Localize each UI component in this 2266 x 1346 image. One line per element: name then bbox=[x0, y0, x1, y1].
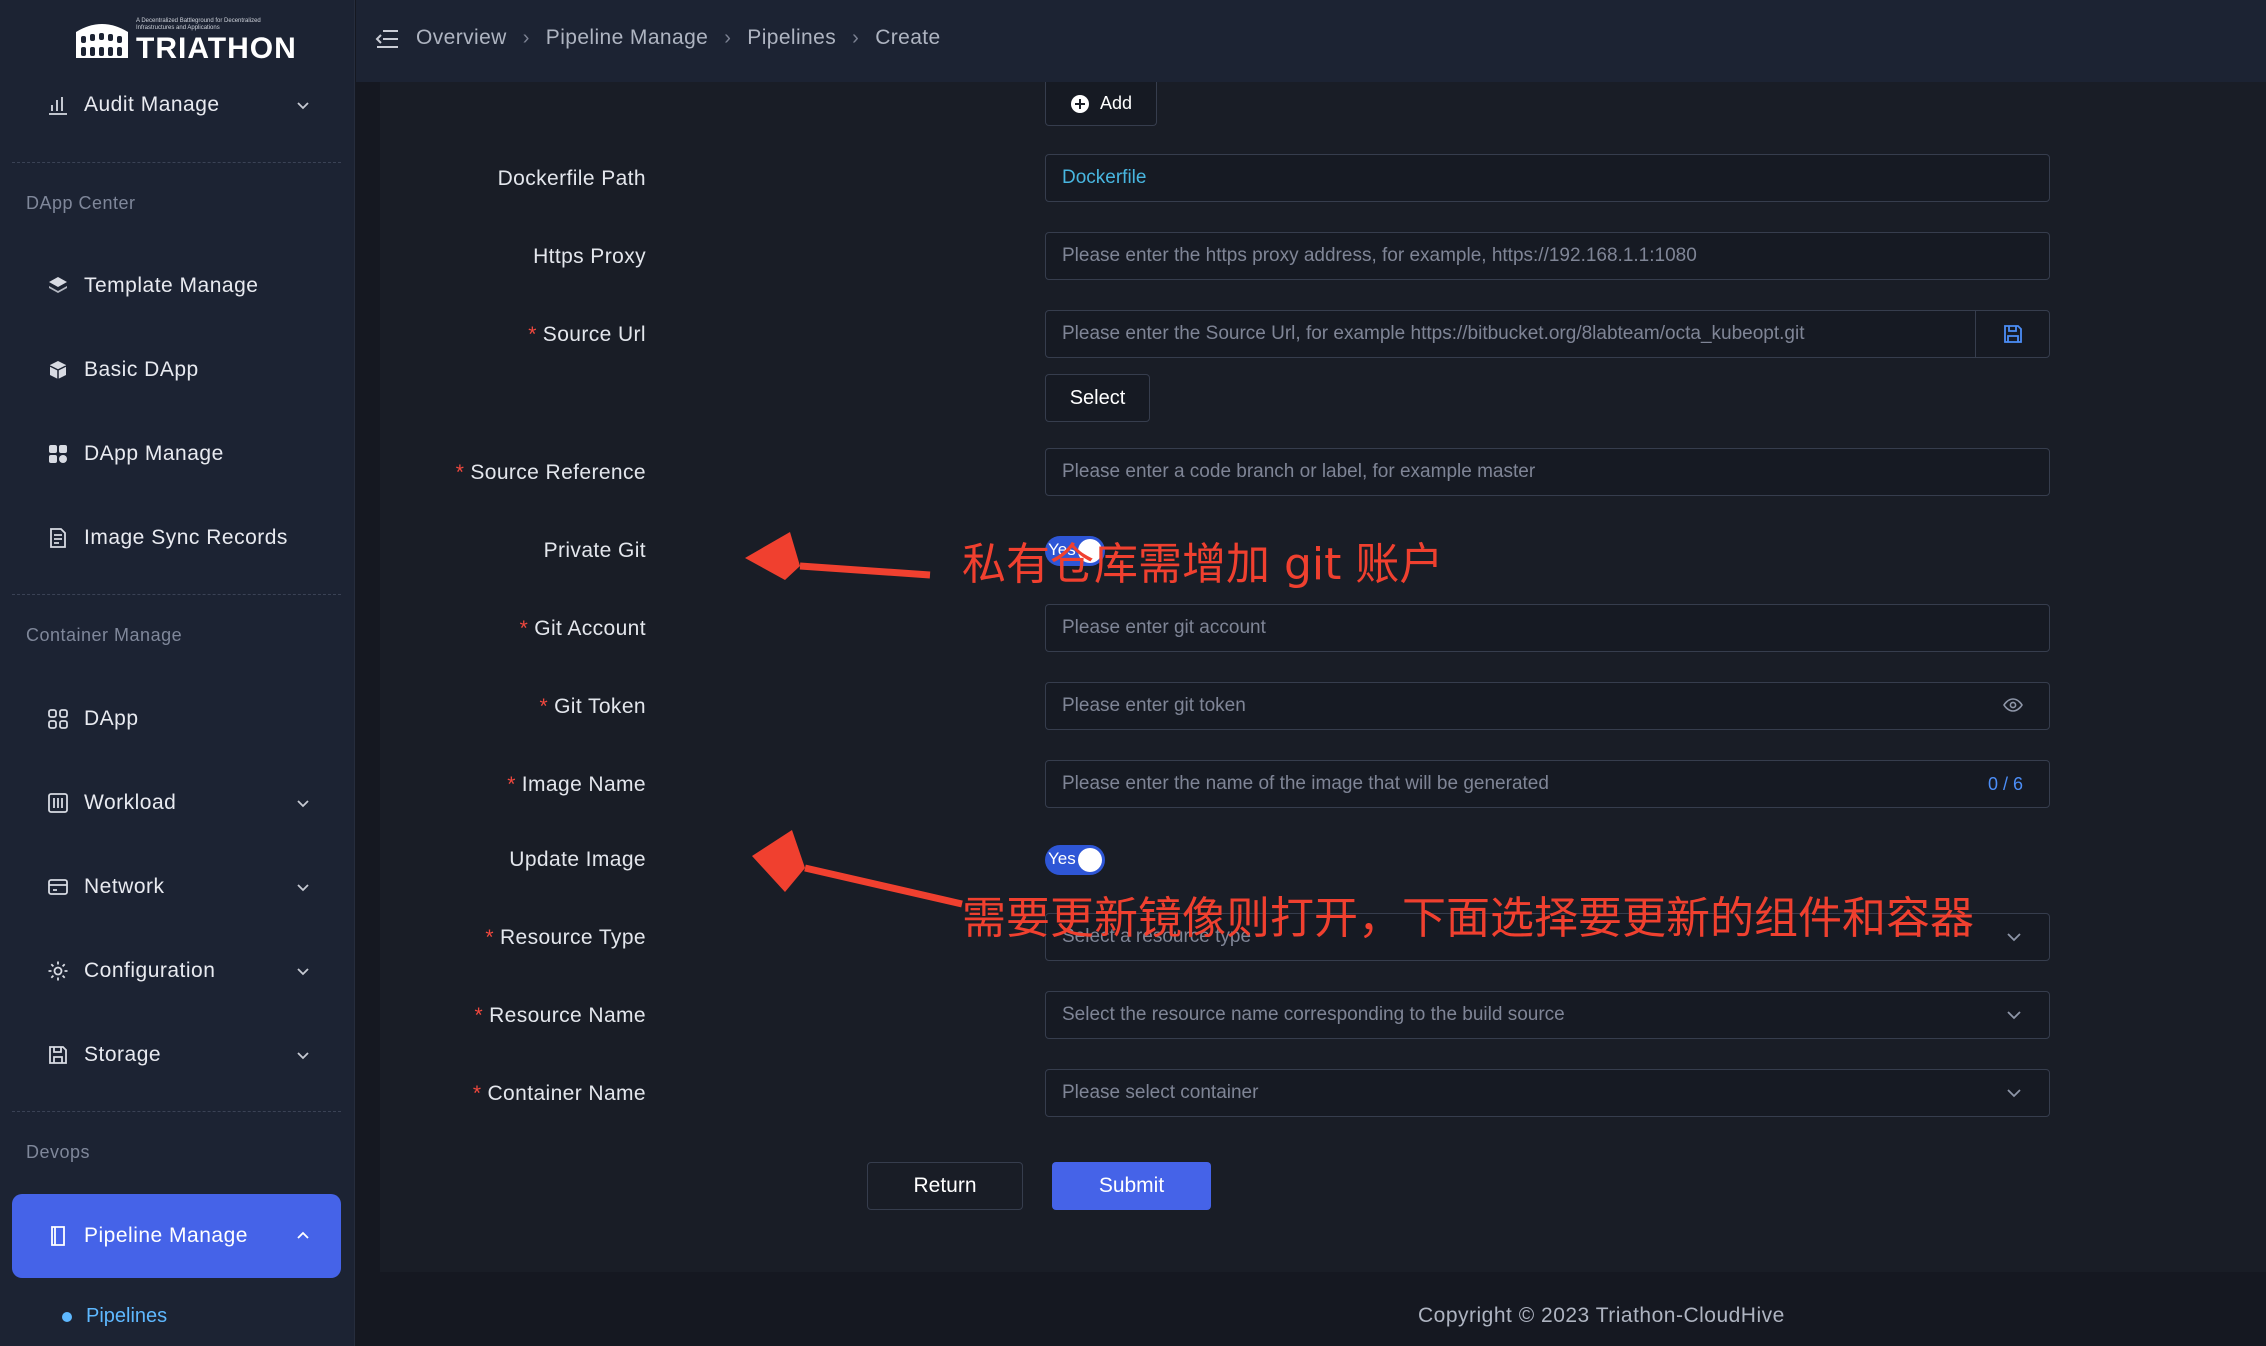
annotation-private-git: 私有仓库需增加 git 账户 bbox=[962, 539, 1444, 590]
annotation-arrowhead-private-git bbox=[745, 532, 800, 580]
annotation-arrows bbox=[745, 532, 963, 908]
annotation-arrow-update-image bbox=[804, 864, 963, 908]
annotation-arrowhead-update-image bbox=[752, 830, 805, 892]
footer-copyright: Copyright © 2023 Triathon-CloudHive bbox=[1418, 1304, 1785, 1327]
annotation-arrow-private-git bbox=[799, 562, 931, 579]
annotation-update-image: 需要更新镜像则打开，下面选择要更新的组件和容器 bbox=[962, 893, 1974, 944]
